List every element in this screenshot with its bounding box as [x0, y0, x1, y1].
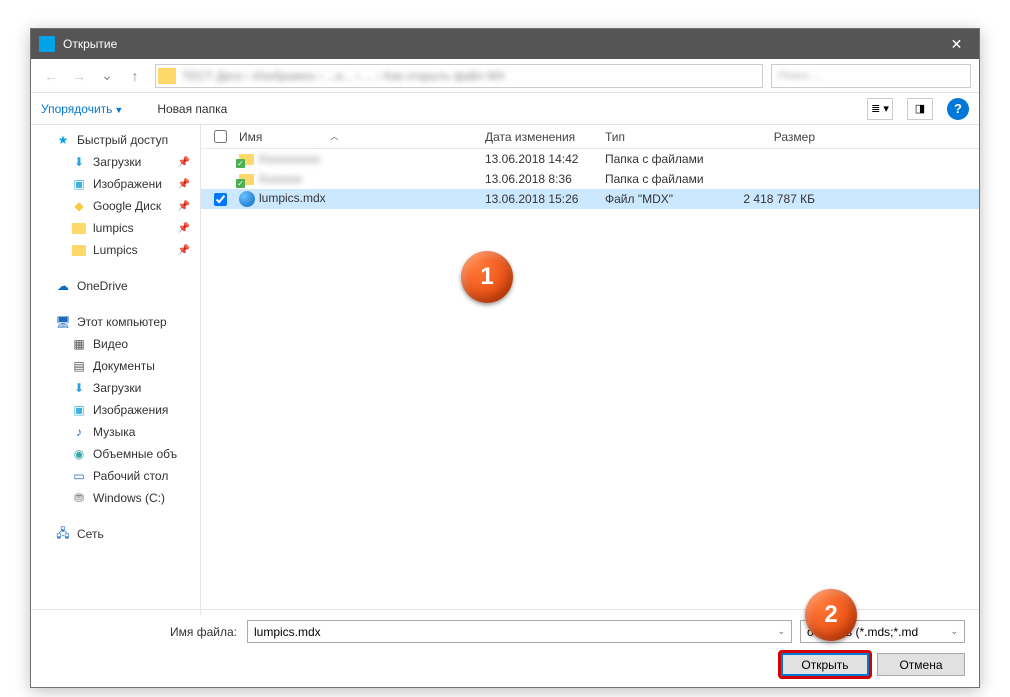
file-type: Папка с файлами: [597, 172, 719, 186]
column-name[interactable]: Имя︿: [231, 130, 477, 144]
mdx-file-icon: [239, 191, 255, 207]
search-placeholder: Поиск ...: [772, 65, 970, 87]
annotation-badge-1: 1: [461, 251, 513, 303]
back-button[interactable]: ←: [39, 64, 63, 88]
file-row-selected[interactable]: lumpics.mdx 13.06.2018 15:26 Файл "MDX" …: [201, 189, 979, 209]
column-headers: Имя︿ Дата изменения Тип Размер: [201, 125, 979, 149]
sidebar-music[interactable]: ♪Музыка: [31, 421, 200, 443]
open-file-dialog: Открытие ✕ ← → ⌄ ↑ ТЕСТ Диск › Изображен…: [30, 28, 980, 688]
close-button[interactable]: ✕: [934, 29, 979, 59]
row-checkbox[interactable]: [214, 193, 227, 206]
sidebar-videos[interactable]: ▦Видео: [31, 333, 200, 355]
dropdown-caret-icon[interactable]: ⌄: [777, 626, 785, 637]
command-bar: Упорядочить▼ Новая папка ≣ ▾ ◨ ?: [31, 93, 979, 125]
address-bar[interactable]: ТЕСТ Диск › Изображен › ...и... › ... › …: [155, 64, 763, 88]
sidebar-documents[interactable]: ▤Документы: [31, 355, 200, 377]
organize-label: Упорядочить: [41, 102, 112, 116]
pin-icon: 📌: [178, 201, 190, 212]
sidebar-this-pc[interactable]: 🖥Этот компьютер: [31, 311, 200, 333]
window-title: Открытие: [63, 37, 934, 51]
file-row-folder[interactable]: Xxxxxxx 13.06.2018 8:36 Папка с файлами: [201, 169, 979, 189]
star-icon: ★: [55, 132, 71, 148]
forward-button[interactable]: →: [67, 64, 91, 88]
download-icon: ⬇: [71, 380, 87, 396]
address-path: ТЕСТ Диск › Изображен › ...и... › ... › …: [182, 69, 505, 83]
title-bar: Открытие ✕: [31, 29, 979, 59]
filename-input[interactable]: lumpics.mdx ⌄: [247, 620, 792, 643]
filename-value: lumpics.mdx: [254, 625, 321, 639]
organize-button[interactable]: Упорядочить▼: [41, 102, 123, 116]
sidebar-onedrive[interactable]: ☁OneDrive: [31, 275, 200, 297]
view-options-button[interactable]: ≣ ▾: [867, 98, 893, 120]
dropdown-caret-icon[interactable]: ⌄: [950, 626, 958, 637]
disk-icon: ⛃: [71, 490, 87, 506]
sidebar-pictures[interactable]: ▣Изображени📌: [31, 173, 200, 195]
pin-icon: 📌: [178, 223, 190, 234]
network-icon: 🖧: [55, 526, 71, 542]
folder-icon: [71, 242, 87, 258]
open-button[interactable]: Открыть: [781, 653, 869, 676]
recent-locations-caret[interactable]: ⌄: [95, 64, 119, 88]
pin-icon: 📌: [178, 179, 190, 190]
sidebar-google-drive[interactable]: ◆Google Диск📌: [31, 195, 200, 217]
new-folder-button[interactable]: Новая папка: [157, 102, 227, 116]
file-name: lumpics.mdx: [259, 191, 326, 205]
music-icon: ♪: [71, 424, 87, 440]
column-type[interactable]: Тип: [597, 130, 719, 144]
sidebar-3d-objects[interactable]: ◉Объемные объ: [31, 443, 200, 465]
onedrive-icon: ☁: [55, 278, 71, 294]
sort-caret-icon: ︿: [330, 131, 338, 142]
sidebar-network[interactable]: 🖧Сеть: [31, 523, 200, 545]
annotation-badge-2: 2: [805, 589, 857, 641]
file-name: Xxxxxxxxxx: [258, 152, 320, 166]
sidebar-pictures2[interactable]: ▣Изображения: [31, 399, 200, 421]
folder-icon: [239, 174, 254, 185]
video-icon: ▦: [71, 336, 87, 352]
sidebar-lumpics2[interactable]: Lumpics📌: [31, 239, 200, 261]
filename-label: Имя файла:: [45, 625, 247, 639]
up-button[interactable]: ↑: [123, 64, 147, 88]
file-row-folder[interactable]: Xxxxxxxxxx 13.06.2018 14:42 Папка с файл…: [201, 149, 979, 169]
navigation-bar: ← → ⌄ ↑ ТЕСТ Диск › Изображен › ...и... …: [31, 59, 979, 93]
file-date: 13.06.2018 8:36: [477, 172, 597, 186]
file-size: 2 418 787 КБ: [719, 192, 829, 206]
file-list: Имя︿ Дата изменения Тип Размер Xxxxxxxxx…: [201, 125, 979, 615]
select-all-checkbox[interactable]: [214, 130, 227, 143]
search-input[interactable]: Поиск ...: [771, 64, 971, 88]
navigation-pane: ★Быстрый доступ ⬇Загрузки📌 ▣Изображени📌 …: [31, 125, 201, 615]
pictures-icon: ▣: [71, 402, 87, 418]
preview-pane-button[interactable]: ◨: [907, 98, 933, 120]
objects-icon: ◉: [71, 446, 87, 462]
pc-icon: 🖥: [55, 314, 71, 330]
column-date[interactable]: Дата изменения: [477, 130, 597, 144]
download-icon: ⬇: [71, 154, 87, 170]
pictures-icon: ▣: [71, 176, 87, 192]
sidebar-quick-access[interactable]: ★Быстрый доступ: [31, 129, 200, 151]
desktop-icon: ▭: [71, 468, 87, 484]
file-type: Файл "MDX": [597, 192, 719, 206]
file-type: Папка с файлами: [597, 152, 719, 166]
folder-icon: [239, 154, 254, 165]
pin-icon: 📌: [178, 157, 190, 168]
file-date: 13.06.2018 14:42: [477, 152, 597, 166]
sidebar-c-drive[interactable]: ⛃Windows (C:): [31, 487, 200, 509]
app-icon: [39, 36, 55, 52]
sidebar-lumpics[interactable]: lumpics📌: [31, 217, 200, 239]
file-date: 13.06.2018 15:26: [477, 192, 597, 206]
dialog-body: ★Быстрый доступ ⬇Загрузки📌 ▣Изображени📌 …: [31, 125, 979, 615]
cancel-button[interactable]: Отмена: [877, 653, 965, 676]
documents-icon: ▤: [71, 358, 87, 374]
sidebar-downloads[interactable]: ⬇Загрузки📌: [31, 151, 200, 173]
help-button[interactable]: ?: [947, 98, 969, 120]
column-size[interactable]: Размер: [719, 130, 829, 144]
sidebar-desktop[interactable]: ▭Рабочий стол: [31, 465, 200, 487]
folder-icon: [71, 220, 87, 236]
file-name: Xxxxxxx: [258, 172, 302, 186]
gdrive-icon: ◆: [71, 198, 87, 214]
column-checkbox[interactable]: [201, 130, 231, 143]
folder-icon: [158, 68, 176, 84]
pin-icon: 📌: [178, 245, 190, 256]
sidebar-downloads2[interactable]: ⬇Загрузки: [31, 377, 200, 399]
